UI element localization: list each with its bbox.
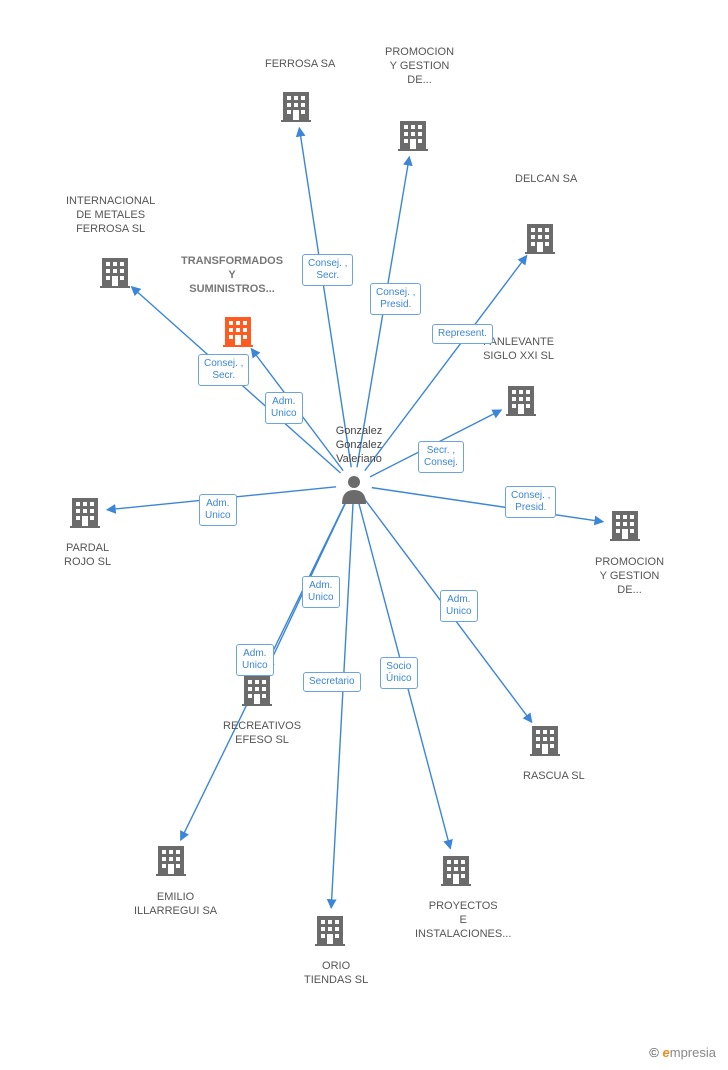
node-label: PARDAL ROJO SL (64, 542, 111, 570)
edge-label: Secr. , Consej. (418, 441, 464, 473)
node-label: ORIO TIENDAS SL (304, 960, 368, 988)
edge-label: Adm. Unico (265, 392, 303, 424)
edge-label: Consej. , Presid. (505, 486, 556, 518)
edge-label: Adm. Unico (302, 576, 340, 608)
node-label: RASCUA SL (523, 770, 585, 784)
edge-label: Consej. , Presid. (370, 283, 421, 315)
node-label: DELCAN SA (515, 173, 577, 187)
node-label: PROYECTOS E INSTALACIONES... (415, 900, 511, 941)
edge-label: Consej. , Secr. (302, 254, 353, 286)
brand-rest: mpresia (670, 1045, 716, 1060)
brand-e: e (663, 1045, 670, 1060)
edge-label: Adm. Unico (199, 494, 237, 526)
copyright-symbol: © (649, 1045, 659, 1060)
edge-line (331, 503, 353, 908)
edge-label: Consej. , Secr. (198, 354, 249, 386)
node-label: PROMOCION Y GESTION DE... (385, 46, 454, 87)
edge-label: Adm. Unico (236, 644, 274, 676)
node-label: FERROSA SA (265, 58, 335, 72)
footer-credit: © empresia (649, 1045, 716, 1060)
node-label: RECREATIVOS EFESO SL (223, 720, 301, 748)
node-label: PROMOCION Y GESTION DE... (595, 556, 664, 597)
edge-label: Secretario (303, 672, 361, 692)
edge-label: Socio Único (380, 657, 418, 689)
edge-label: Represent. (432, 324, 493, 344)
node-label: PANLEVANTE SIGLO XXI SL (483, 336, 554, 364)
node-label: EMILIO ILLARREGUI SA (134, 891, 217, 919)
center-node-label: Gonzalez Gonzalez Valeriano (324, 425, 394, 466)
edge-line (299, 128, 351, 467)
edge-line (372, 488, 603, 522)
edge-label: Adm. Unico (440, 590, 478, 622)
node-label: INTERNACIONAL DE METALES FERROSA SL (66, 195, 155, 236)
node-label: TRANSFORMADOS Y SUMINISTROS... (181, 255, 283, 296)
